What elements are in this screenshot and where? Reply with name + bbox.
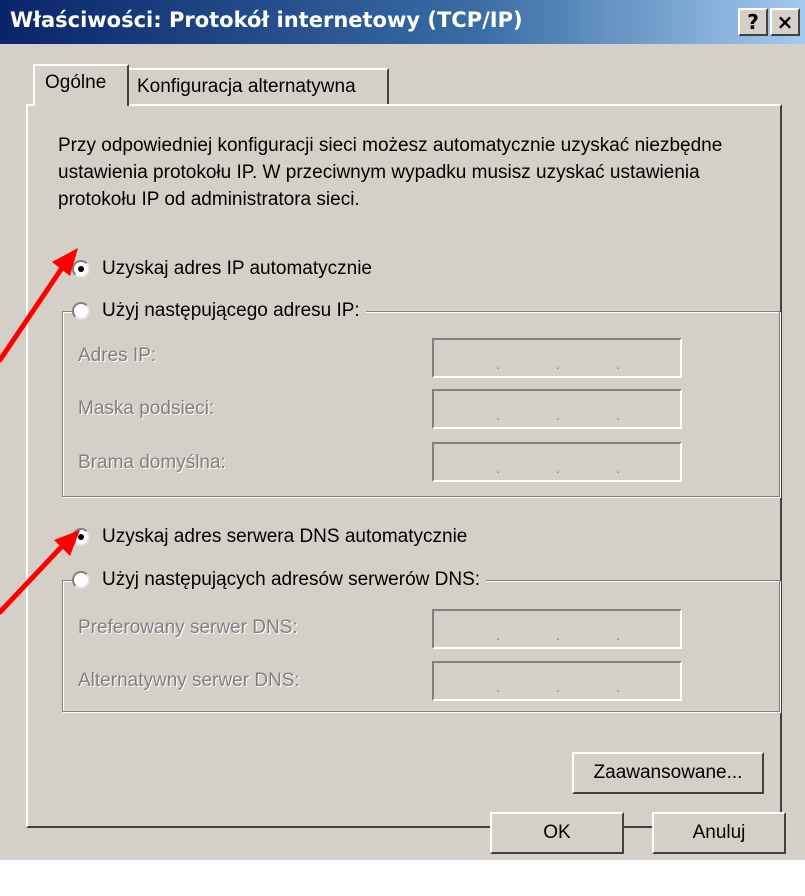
annotation-arrows — [0, 248, 80, 615]
annotation-arrow-ip — [0, 248, 78, 363]
annotation-arrow-dns — [0, 530, 80, 615]
